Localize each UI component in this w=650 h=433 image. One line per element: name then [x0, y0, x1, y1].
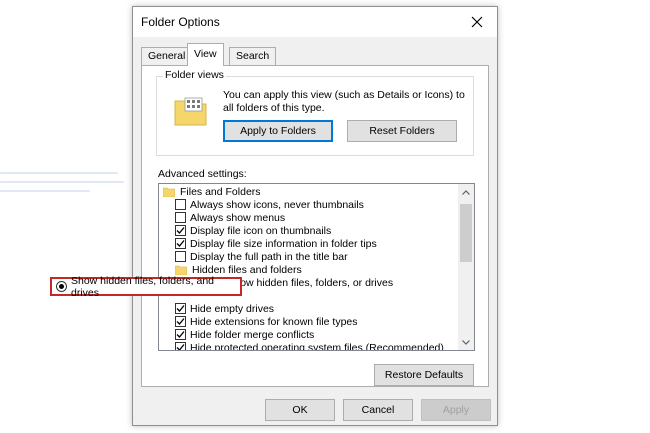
checkbox[interactable]	[175, 251, 186, 262]
list-item[interactable]: Hide extensions for known file types	[175, 315, 474, 328]
folder-views-description: You can apply this view (such as Details…	[223, 89, 465, 114]
background-text	[0, 190, 90, 192]
scroll-up-button[interactable]	[458, 184, 474, 200]
checkbox[interactable]	[175, 303, 186, 314]
checkbox[interactable]	[175, 342, 186, 350]
checkbox[interactable]	[175, 212, 186, 223]
list-item-label: Files and Folders	[180, 185, 261, 198]
checkbox[interactable]	[175, 316, 186, 327]
reset-folders-button[interactable]: Reset Folders	[347, 120, 457, 142]
list-item[interactable]: Display file icon on thumbnails	[175, 224, 474, 237]
apply-button[interactable]: Apply	[421, 399, 491, 421]
background-text	[0, 172, 118, 174]
checkbox[interactable]	[175, 225, 186, 236]
cancel-button[interactable]: Cancel	[343, 399, 413, 421]
radio-selected-dot	[59, 284, 64, 289]
radio-button[interactable]	[56, 281, 67, 292]
list-item-label: Show hidden files, folders, and drives	[71, 274, 215, 299]
tree-folder-files-and-folders: Files and Folders	[163, 185, 463, 198]
checkmark-icon	[176, 331, 185, 338]
chevron-down-icon	[462, 339, 470, 345]
list-item-label: Always show icons, never thumbnails	[190, 198, 364, 211]
checkbox[interactable]	[175, 238, 186, 249]
title-bar: Folder Options	[133, 7, 497, 37]
tab-search[interactable]: Search	[229, 47, 277, 65]
checkmark-icon	[176, 305, 185, 312]
list-item[interactable]: Hide empty drives	[175, 302, 474, 315]
chevron-up-icon	[462, 189, 470, 195]
restore-defaults-button[interactable]: Restore Defaults	[374, 364, 474, 386]
folder-views-label: Folder views	[163, 69, 226, 81]
advanced-settings-label: Advanced settings:	[158, 168, 247, 180]
ok-button[interactable]: OK	[265, 399, 335, 421]
list-item-label: Hide extensions for known file types	[190, 315, 358, 328]
list-item[interactable]: Display file size information in folder …	[175, 237, 474, 250]
folder-icon	[175, 265, 187, 275]
tab-view[interactable]: View	[187, 43, 224, 66]
close-icon	[471, 16, 483, 28]
list-item[interactable]: Always show menus	[175, 211, 474, 224]
folder-options-dialog: Folder Options General View Search Folde…	[132, 6, 498, 426]
list-item-label: Hide empty drives	[190, 302, 275, 315]
vertical-scrollbar[interactable]	[458, 184, 474, 350]
scroll-down-button[interactable]	[458, 334, 474, 350]
list-item-label: Display file icon on thumbnails	[190, 224, 332, 237]
apply-to-folders-button[interactable]: Apply to Folders	[223, 120, 333, 142]
checkbox[interactable]	[175, 329, 186, 340]
view-tab-panel: Folder views You can apply this view (su…	[141, 65, 489, 387]
folder-icon	[163, 187, 175, 197]
list-item-label: Hide protected operating system files (R…	[190, 341, 444, 351]
list-item[interactable]: Hide protected operating system files (R…	[175, 341, 474, 351]
folder-views-group: Folder views You can apply this view (su…	[156, 69, 474, 156]
checkbox[interactable]	[175, 199, 186, 210]
advanced-settings-list[interactable]: Files and Folders Always show icons, nev…	[158, 183, 475, 351]
background-text	[0, 181, 124, 183]
tab-general[interactable]: General	[141, 47, 193, 65]
checkmark-icon	[176, 318, 185, 325]
list-item-label: Always show menus	[190, 211, 286, 224]
list-item[interactable]: Display the full path in the title bar	[175, 250, 474, 263]
checkmark-icon	[176, 240, 185, 247]
scroll-thumb[interactable]	[460, 204, 472, 262]
list-item[interactable]: Always show icons, never thumbnails	[175, 198, 474, 211]
checkmark-icon	[176, 227, 185, 234]
list-item-label: Hide folder merge conflicts	[190, 328, 315, 341]
window-title: Folder Options	[141, 15, 220, 29]
close-button[interactable]	[457, 7, 497, 37]
list-item[interactable]: Hide folder merge conflicts	[175, 328, 474, 341]
folder-icon	[174, 97, 207, 126]
show-hidden-files-option[interactable]: Show hidden files, folders, and drives	[50, 274, 242, 299]
list-item-label: Display the full path in the title bar	[190, 250, 348, 263]
checkmark-icon	[176, 344, 185, 350]
list-item-label: Display file size information in folder …	[190, 237, 377, 250]
